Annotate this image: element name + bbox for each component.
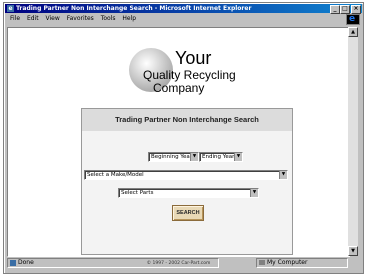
status-text: Done xyxy=(7,258,219,268)
company-logo: Your Quality Recycling Company xyxy=(123,46,263,98)
window-title: Trading Partner Non Interchange Search -… xyxy=(16,5,252,12)
menu-edit[interactable]: Edit xyxy=(27,15,39,22)
search-panel: Trading Partner Non Interchange Search B… xyxy=(81,108,293,255)
menu-view[interactable]: View xyxy=(46,15,60,22)
scroll-up-button[interactable]: ▲ xyxy=(348,27,358,37)
internet-explorer-logo-icon xyxy=(346,14,360,25)
make-model-value: Select a Make/Model xyxy=(87,172,144,178)
menu-tools[interactable]: Tools xyxy=(101,15,116,22)
maximize-button[interactable]: □ xyxy=(340,5,350,14)
chevron-down-icon[interactable]: ▼ xyxy=(250,189,258,197)
close-button[interactable]: × xyxy=(351,5,361,14)
security-zone: My Computer xyxy=(256,258,348,268)
browser-window: e Trading Partner Non Interchange Search… xyxy=(3,2,364,274)
panel-title: Trading Partner Non Interchange Search xyxy=(82,109,292,131)
ending-year-select[interactable]: Ending Year ▼ xyxy=(199,152,243,162)
chevron-down-icon[interactable]: ▼ xyxy=(279,171,287,179)
logo-line-3: Company xyxy=(153,81,205,95)
minimize-button[interactable]: _ xyxy=(330,5,340,14)
chevron-down-icon[interactable]: ▼ xyxy=(190,153,198,161)
menu-favorites[interactable]: Favorites xyxy=(67,15,94,22)
ie-icon[interactable]: e xyxy=(7,5,14,12)
parts-value: Select Parts xyxy=(121,190,154,196)
search-button[interactable]: SEARCH xyxy=(172,205,204,221)
ending-year-value: Ending Year xyxy=(202,154,235,160)
chevron-down-icon[interactable]: ▼ xyxy=(234,153,242,161)
status-bar: Done My Computer xyxy=(5,257,362,268)
menu-help[interactable]: Help xyxy=(122,15,136,22)
panel-body: Beginning Year ▼ Ending Year ▼ Select a … xyxy=(82,131,292,254)
page-content: Your Quality Recycling Company Trading P… xyxy=(7,27,350,266)
beginning-year-value: Beginning Year xyxy=(151,154,193,160)
vertical-scrollbar[interactable]: ▲ ▼ xyxy=(348,27,358,256)
title-bar: e Trading Partner Non Interchange Search… xyxy=(5,4,362,14)
make-model-select[interactable]: Select a Make/Model ▼ xyxy=(84,170,288,180)
menu-bar: File Edit View Favorites Tools Help xyxy=(5,14,362,24)
logo-line-1: Your xyxy=(175,48,212,68)
logo-line-2: Quality Recycling xyxy=(143,68,236,82)
parts-select[interactable]: Select Parts ▼ xyxy=(118,188,259,198)
menu-file[interactable]: File xyxy=(10,15,20,22)
beginning-year-select[interactable]: Beginning Year ▼ xyxy=(148,152,199,162)
scroll-down-button[interactable]: ▼ xyxy=(348,246,358,256)
